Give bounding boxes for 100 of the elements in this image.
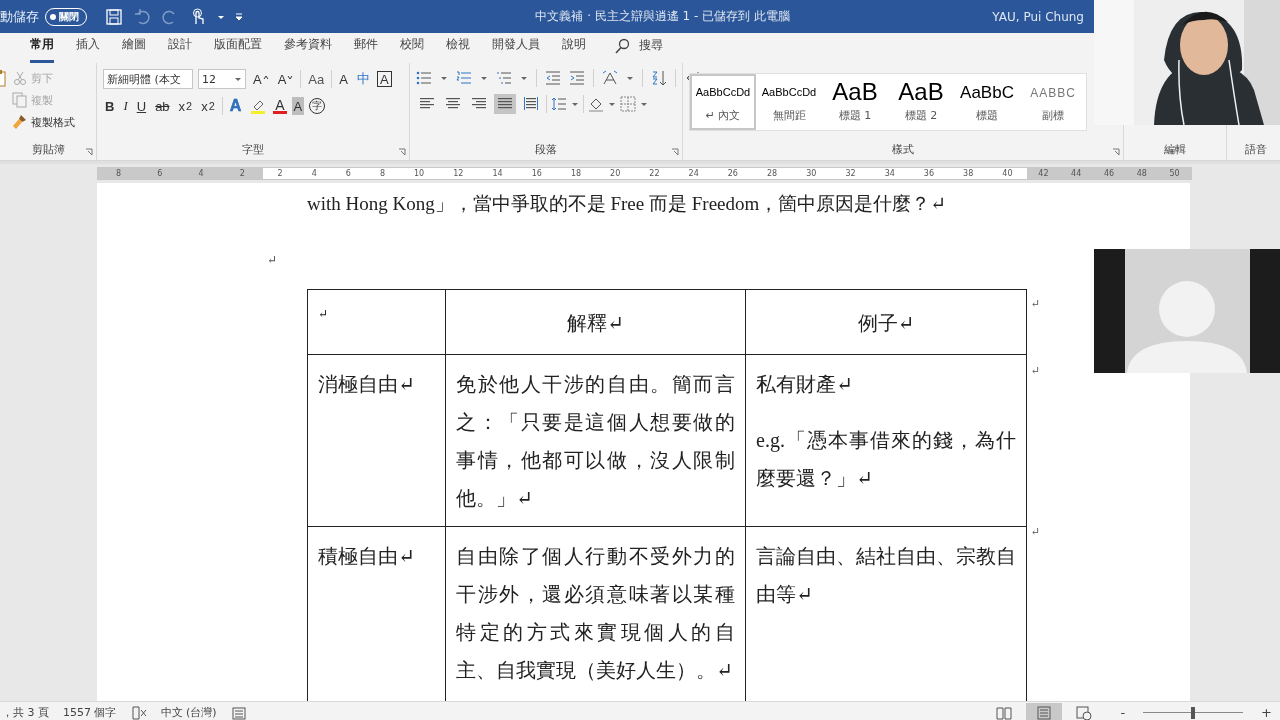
phonetic-guide-button[interactable]: 中 — [354, 69, 372, 89]
ruler-number: 4 — [198, 169, 204, 178]
paragraph-mark: ↵ — [267, 253, 279, 269]
distributed-icon — [523, 96, 539, 112]
change-case-button[interactable]: Aa — [306, 69, 327, 89]
column-header: ↵ — [318, 306, 330, 323]
ruler-number: 8 — [116, 169, 122, 178]
group-label: 段落 — [535, 143, 557, 156]
row-end-mark: ↵ — [1031, 525, 1041, 537]
table-cell-text: 免於他人干涉的自由。簡而言之：「只要是這個人想要做的事情，他都可以做，沒人限制他。」↵ — [456, 372, 735, 511]
avatar-icon — [1127, 279, 1247, 373]
caret-icon — [520, 74, 528, 82]
bold-button[interactable]: B — [103, 96, 117, 116]
save-icon — [105, 7, 123, 26]
table-cell-text: 消極自由↵ — [318, 372, 416, 397]
row-end-mark: ↵ — [1031, 297, 1041, 309]
caret-icon — [608, 100, 616, 108]
italic-button[interactable]: I — [121, 96, 130, 116]
caret-icon — [480, 74, 488, 82]
borders-icon — [620, 96, 636, 112]
character-shading-button[interactable]: A — [291, 97, 305, 115]
grow-font-button[interactable]: A — [251, 69, 271, 89]
ruler-number: 4 — [311, 169, 317, 178]
ruler-number: 14 — [492, 169, 503, 178]
group-label: 剪貼簿 — [31, 143, 65, 156]
table-cell-text: 私有財產↵ — [756, 372, 854, 397]
paintbrush-icon — [12, 114, 28, 130]
highlighter-icon — [250, 98, 267, 114]
ruler-number: 22 — [649, 169, 660, 178]
zoom-in-button[interactable]: + — [1257, 705, 1276, 720]
word-count[interactable]: 1557 個字 — [63, 705, 117, 720]
undo-icon — [133, 7, 151, 26]
clipboard-button[interactable]: 複製格式 — [10, 113, 77, 131]
table-cell-text: e.g.「憑本事借來的錢，為什麼要還？」↵ — [756, 428, 1016, 491]
zoom-thumb[interactable] — [1191, 706, 1196, 719]
alignment-button[interactable] — [494, 94, 516, 114]
ribbon-tab[interactable]: 版面配置 — [214, 36, 262, 63]
ruler-number: 46 — [1103, 169, 1115, 178]
macro-icon — [230, 704, 247, 720]
font-color-button[interactable]: A — [273, 98, 287, 114]
page-count[interactable]: ，共 3 頁 — [2, 705, 49, 720]
dialog-launcher-icon — [85, 148, 93, 156]
decrease-indent-icon — [545, 70, 561, 86]
ruler-number: 20 — [610, 169, 621, 178]
column-header: 例子↵ — [856, 311, 916, 336]
ruler-number: 38 — [963, 169, 974, 178]
ribbon-tab[interactable]: 設計 — [168, 36, 192, 63]
line-spacing-icon — [551, 96, 567, 112]
group-label: 語音 — [1245, 143, 1267, 156]
caret-icon — [571, 100, 579, 108]
ribbon-tab[interactable]: 開發人員 — [492, 36, 540, 63]
user-name[interactable]: YAU, Pui Chung — [992, 9, 1084, 24]
ruler-number: 6 — [157, 169, 163, 178]
character-border-button[interactable]: A — [376, 71, 392, 87]
style-item[interactable]: AaBbCcDd ↵ 內文 — [690, 74, 756, 130]
ruler-number: 26 — [727, 169, 738, 178]
ruler-number: 28 — [767, 169, 778, 178]
ruler-number: 6 — [345, 169, 351, 178]
ribbon-tab[interactable]: 插入 — [76, 36, 100, 63]
ribbon-tab[interactable]: 校閱 — [400, 36, 424, 63]
dialog-launcher-icon — [1112, 148, 1120, 156]
ribbon-tab[interactable]: 檢視 — [446, 36, 470, 63]
search-icon — [615, 37, 631, 54]
language-indicator[interactable]: 中文 (台灣) — [160, 705, 217, 720]
multilevel-list-icon — [496, 70, 512, 86]
ruler-number: 48 — [1136, 169, 1147, 178]
caret-icon — [640, 100, 648, 108]
dialog-launcher-icon — [398, 148, 406, 156]
table-cell-text: 積極自由↵ — [318, 544, 416, 569]
increase-indent-icon — [569, 70, 585, 86]
bullets-icon — [416, 70, 432, 86]
ruler-number: 8 — [379, 169, 385, 178]
zoom-out-button[interactable]: - — [1116, 705, 1130, 720]
ruler-number: 18 — [570, 169, 582, 178]
ribbon-tab[interactable]: 郵件 — [354, 36, 378, 63]
book-icon — [996, 704, 1013, 720]
text-effects-button[interactable]: A — [227, 96, 244, 116]
ruler-number: 16 — [531, 169, 542, 178]
font-name-field[interactable]: 新細明體 (本文 — [103, 69, 193, 89]
search-field[interactable]: 搜尋 — [639, 37, 663, 54]
group-label: 樣式 — [892, 143, 914, 156]
copy-icon — [12, 92, 28, 108]
document-title: 中文義補 · 民主之辯與逍遙 1 - 已儲存到 此電腦 — [534, 8, 790, 25]
ribbon-tab[interactable]: 說明 — [562, 36, 586, 63]
ribbon-tab[interactable]: 參考資料 — [284, 36, 332, 63]
paint-bucket-icon — [588, 96, 604, 112]
font-size-field[interactable]: 12 — [198, 69, 246, 89]
column-header: 解釋↵ — [566, 311, 625, 336]
underline-button[interactable]: U — [134, 96, 149, 116]
ruler-number: 30 — [806, 169, 817, 178]
ribbon-tab[interactable]: 繪圖 — [122, 36, 146, 63]
asian-layout-icon — [602, 70, 618, 86]
autosave-label: 動儲存 — [0, 7, 39, 26]
numbering-icon — [456, 70, 472, 86]
shrink-font-button[interactable]: A — [275, 69, 296, 89]
clear-formatting-button[interactable]: A — [337, 69, 350, 89]
proofing-icon — [130, 704, 147, 720]
strikethrough-button[interactable]: ab — [153, 96, 172, 116]
view-button[interactable] — [1026, 702, 1063, 720]
sort-icon — [651, 70, 667, 86]
